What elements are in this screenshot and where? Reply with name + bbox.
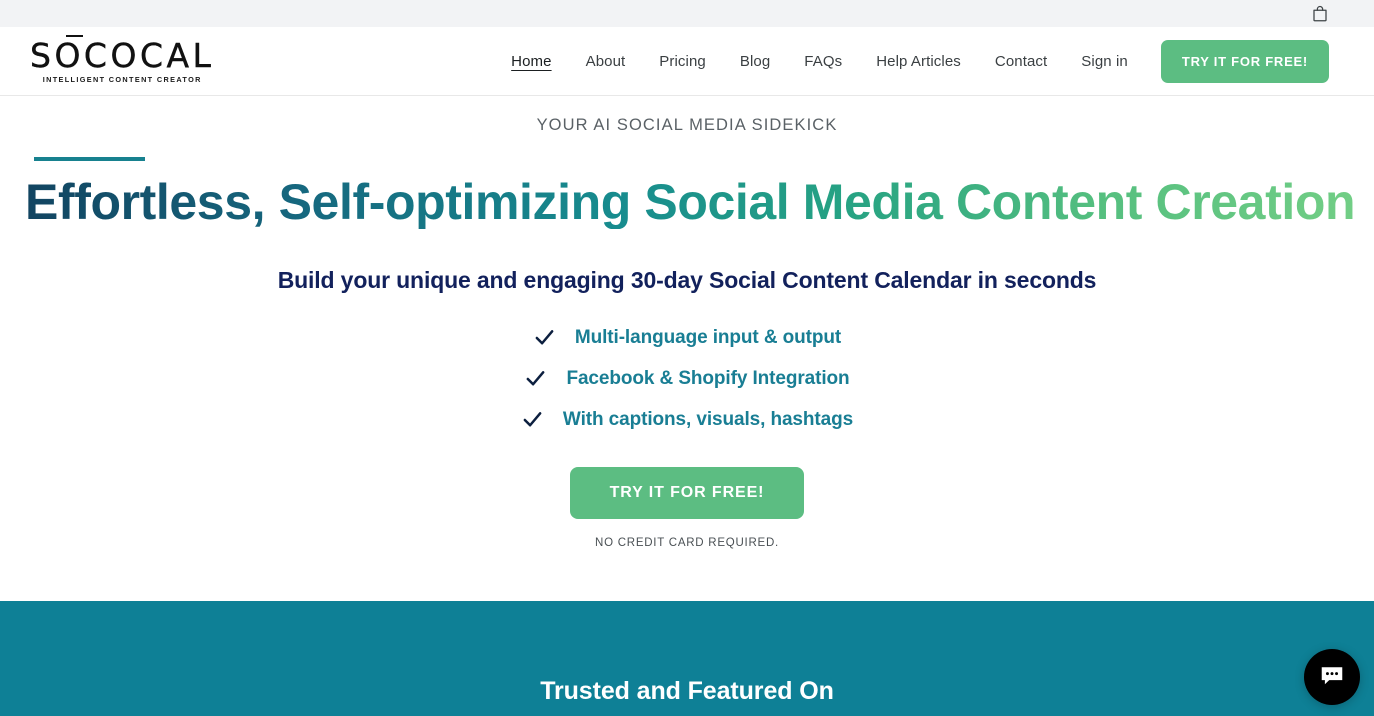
feature-item: Facebook & Shopify Integration [524,367,850,390]
site-header: SOCOCAL INTELLIGENT CONTENT CREATOR Home… [0,27,1374,96]
nav-item-faqs[interactable]: FAQs [787,53,859,70]
chat-bubble-icon[interactable] [1304,649,1360,705]
header-try-free-button[interactable]: TRY IT FOR FREE! [1160,39,1329,83]
trusted-featured-title: Trusted and Featured On [540,677,834,705]
logo-wordmark: SOCOCAL [30,34,215,75]
trusted-featured-band: Trusted and Featured On [0,601,1374,716]
feature-label: With captions, visuals, hashtags [562,408,854,430]
feature-label: Multi-language input & output [574,326,842,348]
nav-item-blog[interactable]: Blog [723,53,787,70]
main-navigation: Home About Pricing Blog FAQs Help Articl… [494,39,1329,83]
check-icon [521,408,544,431]
shopping-bag-icon[interactable] [1311,5,1329,23]
hero-cta-note: NO CREDIT CARD REQUIRED. [595,537,779,549]
hero-title: Effortless, Self-optimizing Social Media… [0,176,1374,229]
hero-eyebrow: YOUR AI SOCIAL MEDIA SIDEKICK [536,116,838,134]
hero-feature-list: Multi-language input & output Facebook &… [0,326,1374,431]
nav-item-home[interactable]: Home [494,53,568,70]
check-icon [524,367,547,390]
page-root: SOCOCAL INTELLIGENT CONTENT CREATOR Home… [0,0,1374,716]
hero-try-free-button[interactable]: TRY IT FOR FREE! [569,467,805,519]
nav-item-sign-in[interactable]: Sign in [1064,53,1145,70]
logo-macron-accent [66,34,83,37]
hero-accent-rule [34,157,145,161]
nav-item-help-articles[interactable]: Help Articles [859,53,978,70]
nav-item-about[interactable]: About [569,53,643,70]
check-icon [533,326,556,349]
feature-item: Multi-language input & output [533,326,841,349]
hero-section: YOUR AI SOCIAL MEDIA SIDEKICK Effortless… [0,96,1374,601]
site-logo[interactable]: SOCOCAL INTELLIGENT CONTENT CREATOR [30,34,215,84]
logo-tagline: INTELLIGENT CONTENT CREATOR [42,74,202,84]
top-utility-bar [0,0,1374,27]
nav-item-contact[interactable]: Contact [978,53,1064,70]
logo-wordmark-text: SOCOCAL [30,35,215,75]
feature-label: Facebook & Shopify Integration [566,367,850,389]
hero-cta-group: TRY IT FOR FREE! NO CREDIT CARD REQUIRED… [0,467,1374,549]
hero-subtitle: Build your unique and engaging 30-day So… [277,267,1097,293]
feature-item: With captions, visuals, hashtags [521,408,853,431]
nav-item-pricing[interactable]: Pricing [642,53,723,70]
